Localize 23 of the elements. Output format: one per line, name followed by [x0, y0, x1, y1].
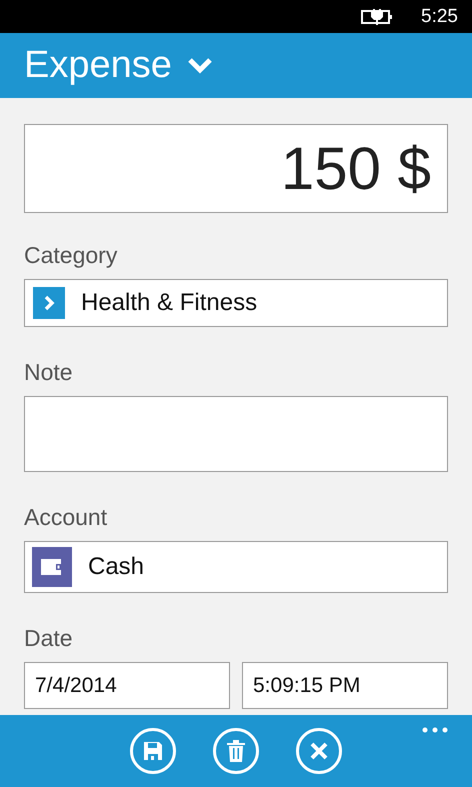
save-icon — [143, 741, 163, 761]
field-label: Date — [24, 624, 73, 653]
category-picker[interactable]: Health & Fitness — [24, 279, 448, 327]
field-label: Note — [24, 358, 73, 387]
wallet-icon — [32, 547, 72, 587]
trash-icon — [227, 740, 245, 762]
close-icon — [310, 742, 328, 760]
more-icon[interactable] — [422, 727, 448, 733]
status-time: 5:25 — [421, 6, 458, 28]
delete-button[interactable] — [213, 728, 259, 774]
time-field[interactable]: 5:09:15 PM — [242, 662, 448, 709]
chevron-right-icon — [33, 287, 65, 319]
save-button[interactable] — [130, 728, 176, 774]
cancel-button[interactable] — [296, 728, 342, 774]
amount-field[interactable]: 150 $ — [24, 124, 448, 213]
date-field[interactable]: 7/4/2014 — [24, 662, 230, 709]
account-picker[interactable]: Cash — [24, 541, 448, 593]
field-label: Account — [24, 503, 108, 532]
page-title: Expense — [24, 44, 172, 87]
battery-charging-icon — [361, 8, 394, 24]
field-label: Category — [24, 241, 118, 270]
note-field[interactable] — [24, 396, 448, 472]
chevron-down-icon[interactable] — [188, 58, 212, 74]
